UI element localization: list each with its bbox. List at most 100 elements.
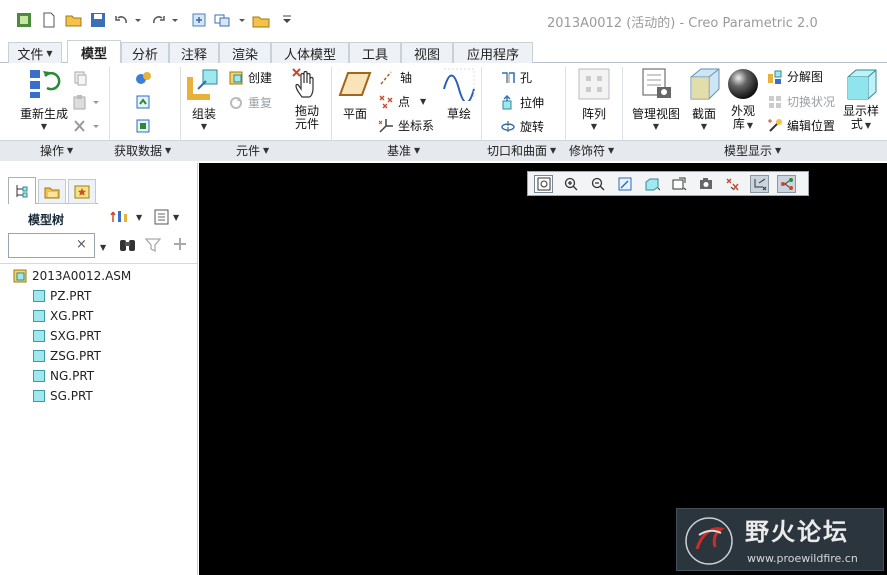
window-title: 2013A0012 (活动的) - Creo Parametric 2.0 xyxy=(547,16,818,31)
tab-manikin[interactable]: 人体模型 xyxy=(271,42,349,63)
tab-applications[interactable]: 应用程序 xyxy=(453,42,533,63)
tree-item-part[interactable]: SXG.PRT xyxy=(33,327,101,345)
app-icon[interactable] xyxy=(14,10,34,30)
tree-item-part[interactable]: PZ.PRT xyxy=(33,287,91,305)
paste-icon[interactable] xyxy=(72,94,102,110)
favorites-tab-icon[interactable] xyxy=(68,179,96,204)
assemble-button[interactable]: 组装 ▼ xyxy=(186,67,222,137)
group-model-display[interactable]: 模型显示 ▼ xyxy=(724,143,781,158)
copy-icon[interactable] xyxy=(72,70,88,86)
regenerate-icon[interactable] xyxy=(190,10,208,30)
windows-icon[interactable] xyxy=(212,10,248,30)
drag-hand-icon xyxy=(292,68,314,98)
appearance-gallery-button[interactable]: 外观 库 ▼ xyxy=(727,67,759,137)
zoom-in-icon[interactable] xyxy=(561,175,580,193)
hole-button[interactable]: 孔 xyxy=(500,69,532,86)
open-icon[interactable] xyxy=(64,10,84,30)
search-dropdown-icon[interactable]: ▼ xyxy=(100,239,106,253)
revolve-button[interactable]: 旋转 xyxy=(500,118,544,135)
close-window-icon[interactable] xyxy=(251,10,271,30)
customize-icon[interactable] xyxy=(280,10,294,30)
tree-item-part[interactable]: SG.PRT xyxy=(33,387,93,405)
refit-icon[interactable] xyxy=(534,175,553,193)
toggle-status-button[interactable]: 切换状况 xyxy=(767,93,835,110)
revolve-icon xyxy=(501,120,515,133)
tree-settings-button[interactable]: ▼ xyxy=(110,208,142,226)
display-style-icon[interactable] xyxy=(642,175,661,193)
regenerate-button[interactable]: 重新生成 ▼ xyxy=(14,67,74,137)
pattern-button[interactable]: 阵列 ▼ xyxy=(577,67,611,137)
tree-filters-button[interactable]: ▼ xyxy=(153,208,179,226)
redo-icon[interactable] xyxy=(150,10,180,30)
exploded-view-icon xyxy=(768,70,782,84)
copy-geometry-icon[interactable] xyxy=(135,94,153,110)
zoom-out-icon[interactable] xyxy=(588,175,607,193)
save-icon[interactable] xyxy=(89,10,107,30)
create-button[interactable]: 创建 xyxy=(228,69,272,86)
in-graphics-toolbar xyxy=(527,171,809,196)
sketch-button[interactable]: 草绘 xyxy=(442,67,476,137)
user-defined-feature-icon[interactable] xyxy=(135,70,153,86)
tab-tools[interactable]: 工具 xyxy=(349,42,401,63)
part-icon xyxy=(33,370,45,382)
group-modifiers[interactable]: 修饰符 ▼ xyxy=(569,143,614,158)
group-cut-surface[interactable]: 切口和曲面 ▼ xyxy=(487,143,556,158)
undo-icon[interactable] xyxy=(113,10,143,30)
add-column-icon[interactable] xyxy=(172,236,188,255)
view-manager-icon[interactable] xyxy=(696,175,715,193)
spin-center-icon[interactable] xyxy=(750,175,769,193)
sketch-icon xyxy=(443,68,475,101)
repeat-icon xyxy=(230,96,242,109)
display-style-button[interactable]: 显示样 式 ▼ xyxy=(841,67,881,137)
find-binoculars-icon[interactable] xyxy=(118,236,138,257)
manage-views-button[interactable]: 管理视图 ▼ xyxy=(629,67,683,137)
delete-icon[interactable] xyxy=(72,118,102,134)
tab-render[interactable]: 渲染 xyxy=(219,42,271,63)
tab-file[interactable]: 文件 ▼ xyxy=(8,42,62,63)
folder-browser-tab-icon[interactable] xyxy=(38,179,66,204)
filter-icon[interactable] xyxy=(144,237,162,256)
group-datum[interactable]: 基准 ▼ xyxy=(387,143,420,158)
hole-icon xyxy=(502,71,515,83)
point-button[interactable]: 点 ▼ xyxy=(378,93,426,110)
part-icon xyxy=(33,330,45,342)
tree-search-input[interactable]: × xyxy=(8,233,95,258)
manage-views-icon xyxy=(642,68,671,98)
tab-model[interactable]: 模型 xyxy=(67,40,121,64)
model-tree-panel: 模型树 ▼ ▼ × ▼ 2013A0012.ASM PZ.PRT XG.PRT … xyxy=(0,163,198,575)
tree-item-part[interactable]: XG.PRT xyxy=(33,307,93,325)
tab-view[interactable]: 视图 xyxy=(401,42,453,63)
saved-views-icon[interactable] xyxy=(669,175,688,193)
repaint-icon[interactable] xyxy=(615,175,634,193)
section-button[interactable]: 截面 ▼ xyxy=(687,67,721,137)
tree-item-part[interactable]: ZSG.PRT xyxy=(33,347,101,365)
model-tree-tab-icon[interactable] xyxy=(8,177,36,204)
new-icon[interactable] xyxy=(40,10,58,30)
drag-components-button[interactable]: 拖动 元件 xyxy=(289,67,325,137)
search-clear-icon[interactable]: × xyxy=(76,237,87,252)
tab-annotate[interactable]: 注释 xyxy=(169,42,219,63)
coordinate-system-button[interactable]: 坐标系 xyxy=(378,117,434,134)
csys-icon xyxy=(378,118,393,133)
exploded-view-button[interactable]: 分解图 xyxy=(767,68,823,85)
extrude-button[interactable]: 拉伸 xyxy=(500,94,544,111)
point-icon xyxy=(379,95,393,108)
group-get-data[interactable]: 获取数据 ▼ xyxy=(114,143,171,158)
datum-display-icon[interactable] xyxy=(723,175,742,193)
group-operations[interactable]: 操作 ▼ xyxy=(40,143,73,158)
axis-button[interactable]: 轴 xyxy=(378,69,412,86)
tree-item-part[interactable]: NG.PRT xyxy=(33,367,94,385)
group-component[interactable]: 元件 ▼ xyxy=(236,143,269,158)
tree-root-assembly[interactable]: 2013A0012.ASM xyxy=(13,267,131,285)
tab-analysis[interactable]: 分析 xyxy=(121,42,169,63)
edit-position-button[interactable]: 编辑位置 xyxy=(767,117,835,134)
pattern-icon xyxy=(578,68,610,100)
ribbon-tabs: 文件 ▼ 模型 分析 注释 渲染 人体模型 工具 视图 应用程序 xyxy=(0,40,887,64)
section-icon xyxy=(690,68,720,100)
annotation-display-icon[interactable] xyxy=(777,175,796,193)
repeat-button[interactable]: 重复 xyxy=(228,94,272,111)
appearance-sphere-icon xyxy=(728,69,758,99)
shrinkwrap-icon[interactable] xyxy=(135,118,153,134)
watermark-name: 野火论坛 xyxy=(745,518,849,546)
plane-button[interactable]: 平面 xyxy=(337,67,373,137)
